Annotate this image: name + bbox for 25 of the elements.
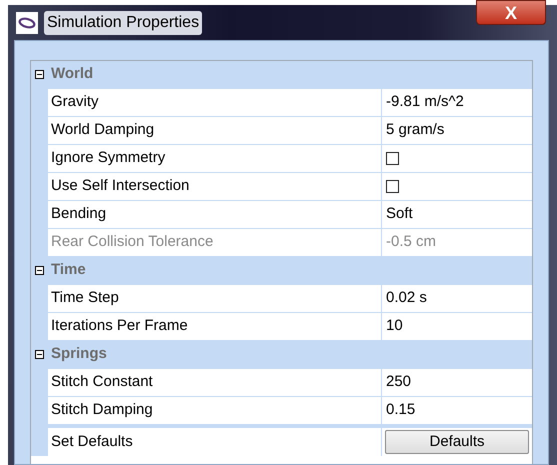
property-label: Gravity bbox=[51, 92, 99, 112]
property-value: 250 bbox=[386, 372, 412, 392]
property-value: -0.5 cm bbox=[386, 232, 436, 252]
property-label: Rear Collision Tolerance bbox=[51, 232, 214, 252]
group-header: Time bbox=[50, 260, 86, 280]
property-value: -9.81 m/s^2 bbox=[386, 92, 464, 112]
property-label: Iterations Per Frame bbox=[51, 316, 188, 336]
window-title: Simulation Properties bbox=[44, 10, 202, 34]
property-label: Stitch Damping bbox=[51, 400, 153, 420]
defaults-button[interactable]: Defaults bbox=[385, 430, 529, 454]
property-value: 5 gram/s bbox=[386, 120, 444, 140]
property-value: 10 bbox=[386, 316, 403, 336]
property-label: Stitch Constant bbox=[51, 372, 153, 392]
group-header: World bbox=[50, 64, 94, 84]
property-label: Ignore Symmetry bbox=[51, 148, 166, 168]
group-header: Springs bbox=[50, 344, 107, 364]
property-label: Set Defaults bbox=[51, 432, 133, 452]
property-label: Time Step bbox=[51, 288, 119, 308]
property-label: World Damping bbox=[51, 120, 154, 140]
property-label: Bending bbox=[51, 204, 106, 224]
property-label: Use Self Intersection bbox=[51, 176, 190, 196]
property-value: 0.15 bbox=[386, 400, 416, 420]
property-value: 0.02 s bbox=[386, 288, 427, 308]
property-value: Soft bbox=[386, 204, 413, 224]
close-button[interactable]: X bbox=[476, 0, 546, 25]
